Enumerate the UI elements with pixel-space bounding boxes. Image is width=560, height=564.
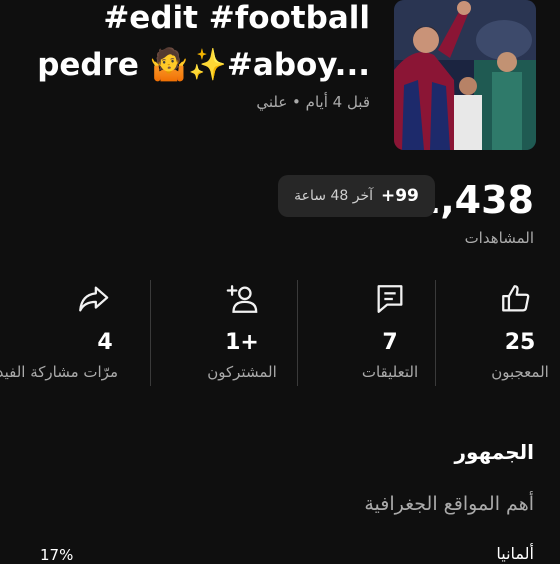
stat-subscribers-label: المشتركون [207, 363, 277, 381]
recent-views-label: آخر 48 ساعة [294, 188, 373, 204]
stat-likes[interactable]: 25 المعجبون [460, 280, 560, 390]
stat-likes-label: المعجبون [491, 363, 549, 381]
location-percent: 17% [40, 546, 74, 564]
video-title-line1: #edit #football [103, 0, 370, 36]
stat-comments[interactable]: 7 التعليقات [320, 280, 460, 390]
stat-comments-label: التعليقات [361, 363, 419, 381]
stat-subscribers-value: 1+ [225, 330, 259, 355]
stat-comments-value: 7 [382, 330, 398, 355]
comment-icon [373, 282, 407, 316]
share-icon [76, 282, 110, 316]
recent-views-chip[interactable]: +99 آخر 48 ساعة [278, 175, 435, 217]
add-person-icon [225, 282, 259, 316]
location-name: ألمانيا [496, 544, 534, 563]
stat-shares-value: 4 [97, 330, 113, 355]
views-label: المشاهدات [464, 229, 534, 247]
top-locations-title: أهم المواقع الجغرافية [364, 493, 534, 515]
recent-views-count: +99 [380, 186, 419, 206]
thumbs-up-icon [499, 282, 533, 316]
video-title-line2: pedre 🤷✨#aboy... [37, 47, 370, 83]
stat-shares[interactable]: 4 مرّات مشاركة الفيديو [0, 280, 150, 390]
audience-title: الجمهور [454, 440, 534, 464]
stat-shares-label: مرّات مشاركة الفيديو [0, 363, 118, 381]
stat-subscribers[interactable]: 1+ المشتركون [172, 280, 312, 390]
divider [150, 280, 151, 386]
video-thumbnail[interactable] [394, 0, 536, 150]
stat-likes-value: 25 [504, 330, 536, 355]
video-meta: قبل 4 أيام • علني [256, 93, 370, 111]
